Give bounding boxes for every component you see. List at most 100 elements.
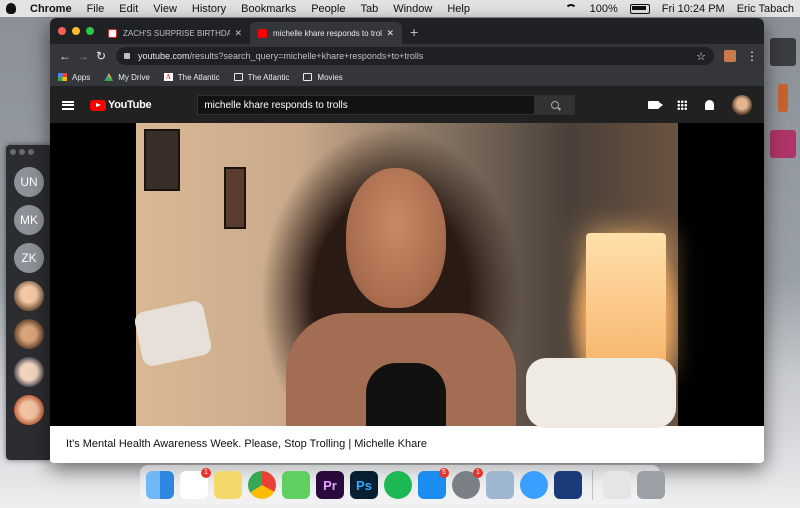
bookmarks-bar: Apps My Drive A The Atlantic The Atlanti… [50,68,764,87]
video-scene-pillow [133,299,213,368]
contact-avatar-photo[interactable] [14,319,44,349]
close-tab-icon[interactable]: ✕ [234,28,242,39]
photoshop-icon[interactable]: Ps [350,471,378,499]
menu-app-name[interactable]: Chrome [30,3,72,15]
apple-icon[interactable] [6,3,16,14]
messages-icon[interactable] [520,471,548,499]
contact-avatar-photo[interactable] [14,357,44,387]
quicktime-icon[interactable] [554,471,582,499]
folder-icon [303,73,313,81]
folder-icon [233,73,243,81]
contact-avatar[interactable]: UN [14,167,44,197]
bookmark-folder-the-atlantic[interactable]: The Atlantic [233,73,289,82]
fullscreen-window-button[interactable] [86,27,94,35]
menubar-user[interactable]: Eric Tabach [737,3,794,15]
menubar-status: 100% Fri 10:24 PM Eric Tabach [564,3,794,15]
video-scene-lamp [586,233,666,373]
lock-icon[interactable] [124,53,130,59]
extension-icon[interactable] [724,50,736,62]
apps-icon [58,73,67,81]
youtube-play-icon [90,99,106,111]
bookmark-label: The Atlantic [177,72,220,82]
bookmark-the-atlantic[interactable]: A The Atlantic [163,72,220,82]
menu-history[interactable]: History [192,3,226,15]
contact-avatar-photo[interactable] [14,395,44,425]
hamburger-menu-icon[interactable] [62,100,74,110]
printer-icon[interactable] [603,471,631,499]
notifications-bell-icon[interactable] [705,100,714,110]
url-path: /results?search_query=michelle+khare+res… [189,51,424,61]
bookmark-label: My Drive [118,72,150,82]
contacts-panel: UN MK ZK [6,145,52,460]
back-arrow-icon[interactable]: ← [56,49,74,63]
bookmark-label: Movies [317,72,343,82]
menu-people[interactable]: People [311,3,345,15]
chrome-window: ZACH'S SURPRISE BIRTHDAY ✕ michelle khar… [50,18,764,463]
account-avatar[interactable] [732,95,752,115]
video-title: It's Mental Health Awareness Week. Pleas… [50,426,764,462]
app-store-icon[interactable]: 5 [418,468,449,499]
bookmark-apps[interactable]: Apps [58,73,90,82]
menubar-clock[interactable]: Fri 10:24 PM [662,3,725,15]
tab-gmail[interactable]: ZACH'S SURPRISE BIRTHDAY ✕ [100,22,250,44]
reload-icon[interactable]: ↻ [92,49,110,63]
facetime-icon[interactable] [282,471,310,499]
hard-drive-icon[interactable] [770,38,796,66]
stickies-icon[interactable] [214,471,242,499]
create-video-icon[interactable] [648,101,663,109]
spotify-icon[interactable] [384,471,412,499]
search-input[interactable]: michelle khare responds to trolls [197,95,536,115]
desktop-icons [764,20,800,320]
bookmark-folder-movies[interactable]: Movies [303,72,343,82]
battery-icon[interactable] [629,3,650,14]
wifi-icon[interactable] [564,3,578,14]
menu-tab[interactable]: Tab [360,3,378,15]
menu-edit[interactable]: Edit [119,3,138,15]
apps-grid-icon[interactable] [677,100,687,110]
battery-percent[interactable]: 100% [590,3,618,15]
contact-avatar[interactable]: MK [14,205,44,235]
close-tab-icon[interactable]: ✕ [386,28,394,39]
menu-view[interactable]: View [153,3,177,15]
system-preferences-icon[interactable]: 1 [452,468,483,499]
contact-avatar-photo[interactable] [14,281,44,311]
search-button[interactable] [535,95,576,115]
premiere-icon[interactable]: Pr [316,471,344,499]
contact-avatar[interactable]: ZK [14,243,44,273]
url-host: youtube.com [138,51,190,61]
finder-icon[interactable] [146,471,174,499]
bookmark-label: Apps [72,72,91,82]
youtube-logo-text: YouTube [108,99,152,111]
chrome-icon[interactable] [248,471,276,499]
youtube-search: michelle khare responds to trolls [197,95,576,115]
app-icon[interactable] [770,130,796,158]
menu-file[interactable]: File [87,3,105,15]
trash-icon[interactable] [637,471,665,499]
more-menu-icon[interactable]: ⋮ [746,49,758,63]
youtube-logo[interactable]: YouTube [90,99,152,111]
window-controls [58,27,94,35]
video-scene-pillow [526,358,676,428]
video-player[interactable] [50,123,764,428]
menu-help[interactable]: Help [447,3,470,15]
address-bar[interactable]: youtube.com /results?search_query=michel… [116,47,714,65]
new-tab-button[interactable]: + [410,24,418,40]
drive-icon [104,73,114,81]
macos-dock: 1 Pr Ps 5 1 [140,465,665,505]
tab-title: michelle khare responds to trolls [273,28,383,38]
bookmark-star-icon[interactable]: ☆ [696,50,706,63]
forward-arrow-icon[interactable]: → [74,49,92,63]
bookmark-my-drive[interactable]: My Drive [104,73,150,82]
menu-bookmarks[interactable]: Bookmarks [241,3,296,15]
close-window-button[interactable] [58,27,66,35]
minimize-window-button[interactable] [72,27,80,35]
slack-icon[interactable]: 1 [180,468,211,499]
notification-badge: 1 [473,468,483,478]
notification-badge: 1 [201,468,211,478]
menu-window[interactable]: Window [393,3,432,15]
video-frame[interactable] [133,123,678,428]
tab-youtube-active[interactable]: michelle khare responds to trolls ✕ [250,22,402,44]
video-scene-painting [224,167,246,229]
document-icon[interactable] [778,84,788,112]
preview-icon[interactable] [486,471,514,499]
